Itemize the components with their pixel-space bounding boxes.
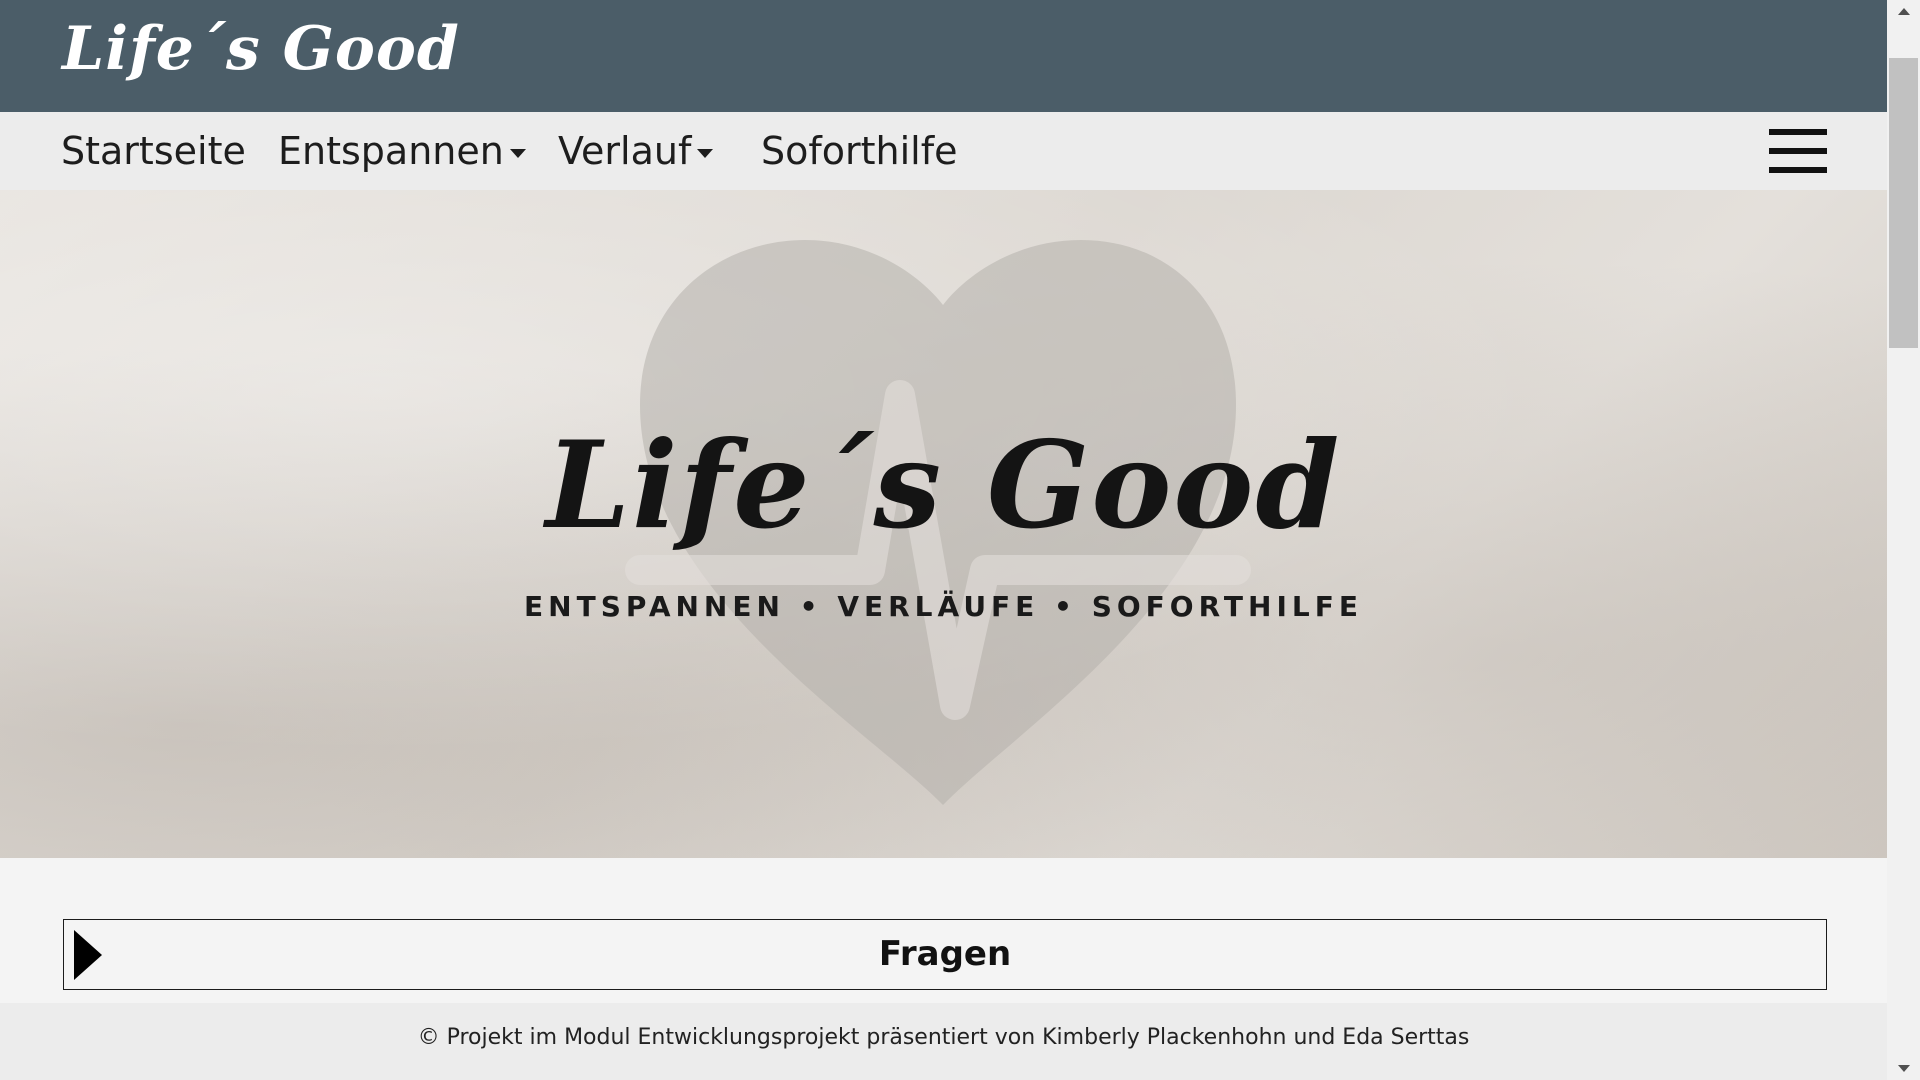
hamburger-menu-icon[interactable]: [1769, 129, 1827, 173]
nav-item-verlauf[interactable]: Verlauf: [558, 112, 714, 190]
caret-down-icon: [509, 149, 526, 158]
hamburger-bar: [1769, 148, 1827, 154]
hero-tagline: ENTSPANNEN • VERLÄUFE • SOFORTHILFE: [524, 590, 1363, 623]
nav-item-label: Entspannen: [278, 129, 504, 173]
nav-item-soforthilfe[interactable]: Soforthilfe: [761, 112, 957, 190]
scroll-down-icon[interactable]: [1898, 1065, 1910, 1072]
nav-item-label: Verlauf: [558, 129, 692, 173]
site-header: Life´s Good: [0, 0, 1887, 112]
main-nav: Startseite Entspannen Verlauf Soforthilf…: [0, 112, 1887, 191]
accordion-label: Fragen: [878, 934, 1012, 974]
questions-accordion[interactable]: Fragen: [63, 919, 1827, 990]
footer-text: © Projekt im Modul Entwicklungsprojekt p…: [417, 1025, 1470, 1050]
caret-down-icon: [697, 149, 714, 158]
nav-item-entspannen[interactable]: Entspannen: [278, 112, 526, 190]
hamburger-bar: [1769, 129, 1827, 135]
page: Life´s Good Startseite Entspannen Verlau…: [0, 0, 1887, 1080]
site-footer: © Projekt im Modul Entwicklungsprojekt p…: [0, 1003, 1887, 1080]
site-logo[interactable]: Life´s Good: [62, 14, 460, 84]
nav-item-label: Startseite: [61, 129, 246, 173]
hero-title: Life´s Good: [545, 415, 1342, 556]
hamburger-bar: [1769, 167, 1827, 173]
scrollbar-thumb[interactable]: [1889, 58, 1918, 348]
scroll-up-icon[interactable]: [1898, 8, 1910, 15]
nav-item-startseite[interactable]: Startseite: [61, 112, 246, 190]
vertical-scrollbar[interactable]: [1887, 0, 1920, 1080]
nav-item-label: Soforthilfe: [761, 129, 958, 173]
hero-banner: Life´s Good ENTSPANNEN • VERLÄUFE • SOFO…: [0, 190, 1887, 858]
